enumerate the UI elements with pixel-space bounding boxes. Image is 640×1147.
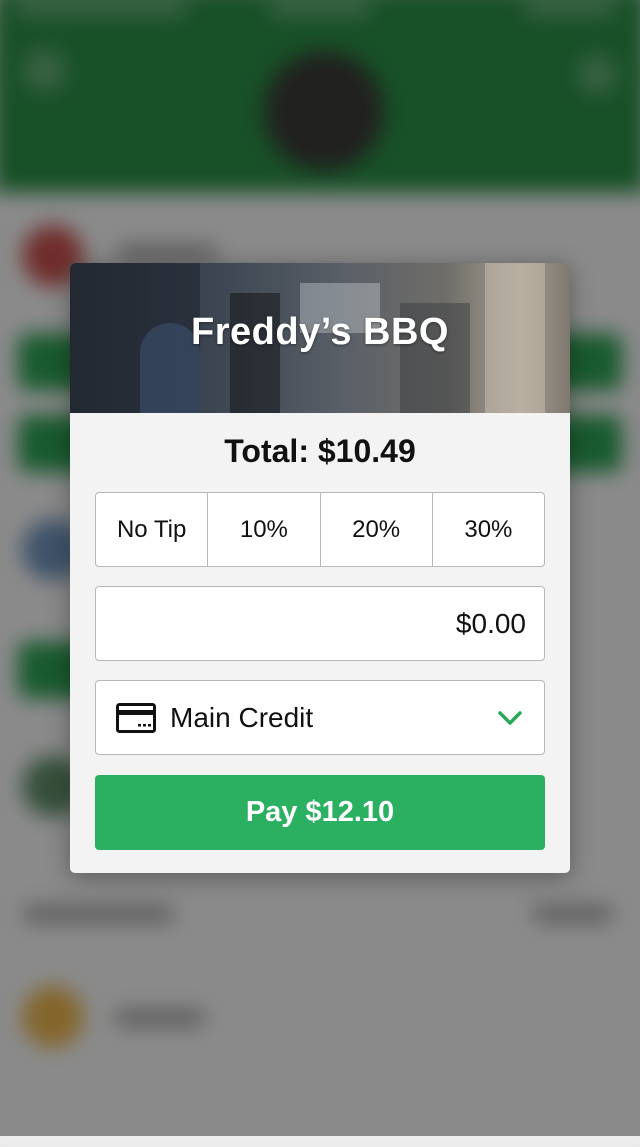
restaurant-photo: Freddy’s BBQ — [70, 263, 570, 413]
tip-amount-field[interactable]: $0.00 — [95, 586, 545, 661]
credit-card-icon — [116, 702, 156, 733]
chevron-down-icon — [498, 710, 522, 725]
tip-option-10[interactable]: 10% — [208, 493, 321, 566]
payment-method-label: Main Credit — [170, 701, 314, 733]
restaurant-name: Freddy’s BBQ — [191, 311, 449, 353]
payment-method-select[interactable]: Main Credit — [95, 680, 545, 755]
tip-selector: No Tip 10% 20% 30% — [95, 492, 545, 567]
pay-button[interactable]: Pay $12.10 — [95, 775, 545, 850]
tip-option-30[interactable]: 30% — [433, 493, 544, 566]
payment-modal: Freddy’s BBQ Total: $10.49 No Tip 10% 20… — [70, 263, 570, 873]
tip-option-20[interactable]: 20% — [321, 493, 433, 566]
tip-option-no-tip[interactable]: No Tip — [96, 493, 209, 566]
tip-amount-value: $0.00 — [455, 607, 526, 639]
total-amount: Total: $10.49 — [224, 433, 416, 469]
